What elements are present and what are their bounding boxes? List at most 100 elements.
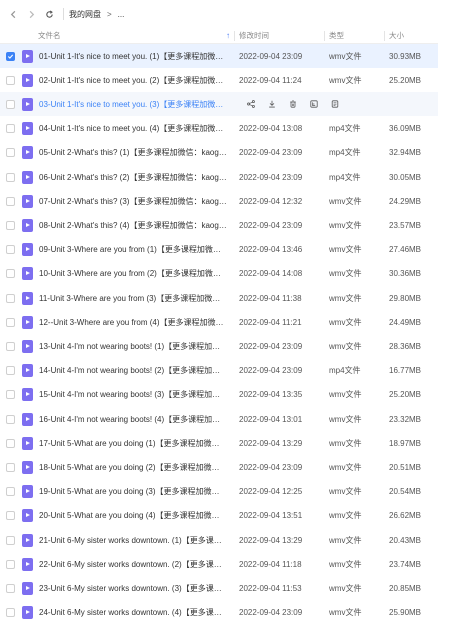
more-icon[interactable] xyxy=(324,97,345,111)
file-name[interactable]: 23-Unit 6-My sister works downtown. (3)【… xyxy=(39,583,227,594)
row-checkbox[interactable] xyxy=(6,366,15,376)
file-name[interactable]: 18-Unit 5-What are you doing (2)【更多课程加微信… xyxy=(39,462,227,473)
row-checkbox[interactable] xyxy=(6,487,15,497)
file-row[interactable]: 01-Unit 1-It's nice to meet you. (1)【更多课… xyxy=(0,44,438,68)
file-row[interactable]: 14-Unit 4-I'm not wearing boots! (2)【更多课… xyxy=(0,359,438,383)
scrollbar-track[interactable] xyxy=(440,28,474,619)
file-size: 36.09MB xyxy=(389,124,422,134)
download-icon[interactable] xyxy=(261,97,282,111)
delete-icon[interactable] xyxy=(282,97,303,111)
file-row[interactable]: 10-Unit 3-Where are you from (2)【更多课程加微信… xyxy=(0,262,438,286)
column-divider[interactable] xyxy=(324,31,325,41)
file-row[interactable]: 18-Unit 5-What are you doing (2)【更多课程加微信… xyxy=(0,455,438,479)
file-name[interactable]: 19-Unit 5-What are you doing (3)【更多课程加微信… xyxy=(39,486,227,497)
file-name[interactable]: 20-Unit 5-What are you doing (4)【更多课程加微信… xyxy=(39,510,227,521)
file-size: 20.85MB xyxy=(389,583,422,593)
file-row[interactable]: 19-Unit 5-What are you doing (3)【更多课程加微信… xyxy=(0,480,438,504)
file-name[interactable]: 08-Unit 2-What's this? (4)【更多课程加微信：kaoga… xyxy=(39,220,227,231)
file-row[interactable]: 06-Unit 2-What's this? (2)【更多课程加微信：kaoga… xyxy=(0,165,438,189)
file-name[interactable]: 14-Unit 4-I'm not wearing boots! (2)【更多课… xyxy=(39,365,227,376)
row-checkbox[interactable] xyxy=(6,148,15,158)
column-header-modified[interactable]: 修改时间 xyxy=(239,30,269,41)
back-icon[interactable] xyxy=(6,7,20,21)
file-name[interactable]: 22-Unit 6-My sister works downtown. (2)【… xyxy=(39,559,227,570)
row-checkbox[interactable] xyxy=(6,99,15,109)
file-name[interactable]: 06-Unit 2-What's this? (2)【更多课程加微信：kaoga… xyxy=(39,172,227,183)
file-name[interactable]: 02-Unit 1-It's nice to meet you. (2)【更多课… xyxy=(39,75,227,86)
file-name[interactable]: 16-Unit 4-I'm not wearing boots! (4)【更多课… xyxy=(39,414,227,425)
row-checkbox[interactable] xyxy=(6,341,15,351)
file-name[interactable]: 07-Unit 2-What's this? (3)【更多课程加微信：kaoga… xyxy=(39,196,227,207)
file-name[interactable]: 15-Unit 4-I'm not wearing boots! (3)【更多课… xyxy=(39,389,227,400)
row-checkbox[interactable] xyxy=(6,124,15,134)
row-checkbox[interactable] xyxy=(6,583,15,593)
file-name[interactable]: 04-Unit 1-It's nice to meet you. (4)【更多课… xyxy=(39,123,227,134)
file-row[interactable]: 08-Unit 2-What's this? (4)【更多课程加微信：kaoga… xyxy=(0,213,438,237)
row-actions xyxy=(240,97,345,111)
file-name[interactable]: 10-Unit 3-Where are you from (2)【更多课程加微信… xyxy=(39,268,227,279)
row-checkbox[interactable] xyxy=(6,535,15,545)
file-row[interactable]: 05-Unit 2-What's this? (1)【更多课程加微信：kaoga… xyxy=(0,141,438,165)
breadcrumb-separator: > xyxy=(107,9,112,19)
refresh-icon[interactable] xyxy=(42,7,56,21)
file-type: wmv文件 xyxy=(329,414,362,424)
row-checkbox[interactable] xyxy=(6,245,15,255)
row-checkbox[interactable] xyxy=(6,51,15,61)
row-checkbox[interactable] xyxy=(6,196,15,206)
file-row[interactable]: 11-Unit 3-Where are you from (3)【更多课程加微信… xyxy=(0,286,438,310)
row-checkbox[interactable] xyxy=(6,220,15,230)
file-row[interactable]: 12--Unit 3-Where are you from (4)【更多课程加微… xyxy=(0,310,438,334)
forward-icon[interactable] xyxy=(24,7,38,21)
file-row[interactable]: 13-Unit 4-I'm not wearing boots! (1)【更多课… xyxy=(0,334,438,358)
file-row[interactable]: 21-Unit 6-My sister works downtown. (1)【… xyxy=(0,528,438,552)
file-size: 23.57MB xyxy=(389,220,422,230)
file-row[interactable]: 23-Unit 6-My sister works downtown. (3)【… xyxy=(0,576,438,600)
row-checkbox[interactable] xyxy=(6,608,15,618)
column-divider[interactable] xyxy=(234,31,235,41)
file-row[interactable]: 15-Unit 4-I'm not wearing boots! (3)【更多课… xyxy=(0,383,438,407)
file-row[interactable]: 02-Unit 1-It's nice to meet you. (2)【更多课… xyxy=(0,68,438,92)
row-checkbox[interactable] xyxy=(6,317,15,327)
video-file-icon xyxy=(22,557,33,571)
file-row[interactable]: 16-Unit 4-I'm not wearing boots! (4)【更多课… xyxy=(0,407,438,431)
file-name[interactable]: 12--Unit 3-Where are you from (4)【更多课程加微… xyxy=(39,317,227,328)
column-divider[interactable] xyxy=(384,31,385,41)
column-header-name[interactable]: 文件名 xyxy=(38,30,61,41)
video-file-icon xyxy=(22,412,33,426)
row-checkbox[interactable] xyxy=(6,75,15,85)
row-checkbox[interactable] xyxy=(6,293,15,303)
row-checkbox[interactable] xyxy=(6,511,15,521)
file-row[interactable]: 07-Unit 2-What's this? (3)【更多课程加微信：kaoga… xyxy=(0,189,438,213)
row-checkbox[interactable] xyxy=(6,414,15,424)
breadcrumb-root[interactable]: 我的网盘 xyxy=(69,9,101,20)
row-checkbox[interactable] xyxy=(6,559,15,569)
sort-ascending-icon[interactable]: ↑ xyxy=(226,31,230,40)
row-checkbox[interactable] xyxy=(6,269,15,279)
file-row[interactable]: 03-Unit 1-It's nice to meet you. (3)【更多课… xyxy=(0,92,438,117)
column-header-size[interactable]: 大小 xyxy=(389,30,404,41)
file-name[interactable]: 17-Unit 5-What are you doing (1)【更多课程加微信… xyxy=(39,438,227,449)
row-checkbox[interactable] xyxy=(6,438,15,448)
file-row[interactable]: 20-Unit 5-What are you doing (4)【更多课程加微信… xyxy=(0,504,438,528)
share-icon[interactable] xyxy=(240,97,261,111)
file-row[interactable]: 17-Unit 5-What are you doing (1)【更多课程加微信… xyxy=(0,431,438,455)
file-row[interactable]: 24-Unit 6-My sister works downtown. (4)【… xyxy=(0,601,438,619)
file-name[interactable]: 21-Unit 6-My sister works downtown. (1)【… xyxy=(39,535,227,546)
file-name[interactable]: 13-Unit 4-I'm not wearing boots! (1)【更多课… xyxy=(39,341,227,352)
rename-icon[interactable] xyxy=(303,97,324,111)
file-name[interactable]: 11-Unit 3-Where are you from (3)【更多课程加微信… xyxy=(39,293,227,304)
file-name[interactable]: 03-Unit 1-It's nice to meet you. (3)【更多课… xyxy=(39,99,224,110)
file-name[interactable]: 09-Unit 3-Where are you from (1)【更多课程加微信… xyxy=(39,244,227,255)
file-row[interactable]: 04-Unit 1-It's nice to meet you. (4)【更多课… xyxy=(0,117,438,141)
file-name[interactable]: 01-Unit 1-It's nice to meet you. (1)【更多课… xyxy=(39,51,227,62)
breadcrumb-more[interactable]: ... xyxy=(118,10,125,19)
row-checkbox[interactable] xyxy=(6,390,15,400)
column-header-type[interactable]: 类型 xyxy=(329,30,344,41)
file-row[interactable]: 22-Unit 6-My sister works downtown. (2)【… xyxy=(0,552,438,576)
row-checkbox[interactable] xyxy=(6,462,15,472)
file-row[interactable]: 09-Unit 3-Where are you from (1)【更多课程加微信… xyxy=(0,238,438,262)
file-name[interactable]: 24-Unit 6-My sister works downtown. (4)【… xyxy=(39,607,227,618)
row-checkbox[interactable] xyxy=(6,172,15,182)
video-file-icon xyxy=(22,146,33,160)
file-name[interactable]: 05-Unit 2-What's this? (1)【更多课程加微信：kaoga… xyxy=(39,147,227,158)
